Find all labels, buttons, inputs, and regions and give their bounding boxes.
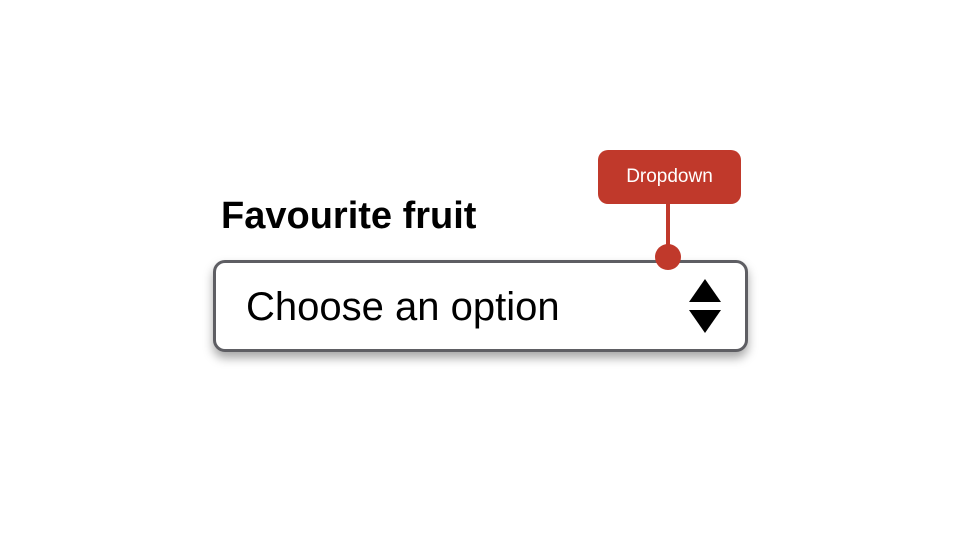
fruit-dropdown[interactable]: Choose an option	[213, 260, 748, 352]
dropdown-annotation-badge: Dropdown	[598, 150, 741, 204]
dropdown-selected-value: Choose an option	[246, 285, 560, 329]
annotation-anchor-dot	[655, 244, 681, 270]
field-label: Favourite fruit	[221, 195, 477, 237]
up-down-arrows-icon	[689, 279, 721, 333]
